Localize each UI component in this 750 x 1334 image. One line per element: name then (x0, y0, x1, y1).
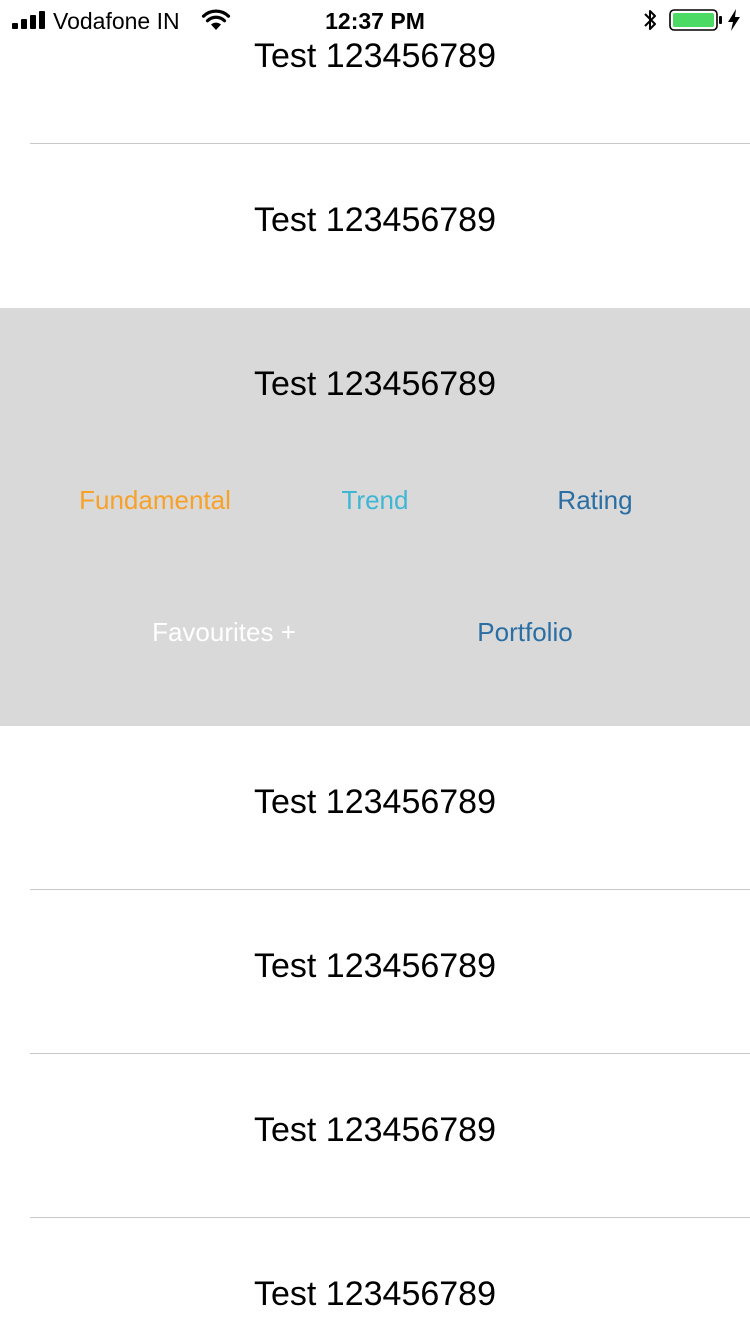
list-item-label: Test 123456789 (254, 947, 496, 985)
list-item[interactable]: Test 123456789 (0, 890, 750, 1054)
rating-button[interactable]: Rating (495, 485, 695, 515)
charging-bolt-icon (728, 9, 740, 31)
list-item-label: Test 123456789 (254, 365, 496, 403)
list-item-label: Test 123456789 (254, 783, 496, 821)
fundamental-button[interactable]: Fundamental (55, 485, 255, 515)
battery-icon (669, 9, 722, 31)
list-item[interactable]: Test 123456789 (0, 1218, 750, 1334)
trend-button[interactable]: Trend (275, 485, 475, 515)
screen: Vodafone IN 12:37 PM Test 123456789 Test… (0, 0, 750, 1334)
list-item[interactable]: Test 123456789 (0, 144, 750, 308)
status-bar: Vodafone IN 12:37 PM (0, 0, 750, 40)
portfolio-button[interactable]: Portfolio (425, 617, 625, 647)
expanded-list-item[interactable]: Test 123456789 Fundamental Trend Rating … (0, 308, 750, 726)
bluetooth-icon (644, 10, 656, 30)
list-item-label: Test 123456789 (254, 201, 496, 239)
list-item-label: Test 123456789 (254, 1111, 496, 1149)
list-item[interactable]: Test 123456789 (0, 1054, 750, 1218)
list-item-label: Test 123456789 (254, 37, 496, 75)
list-item-label: Test 123456789 (254, 1275, 496, 1313)
add-favourites-button[interactable]: Favourites + (124, 617, 324, 647)
list-item[interactable]: Test 123456789 (0, 726, 750, 890)
status-time: 12:37 PM (325, 8, 425, 34)
